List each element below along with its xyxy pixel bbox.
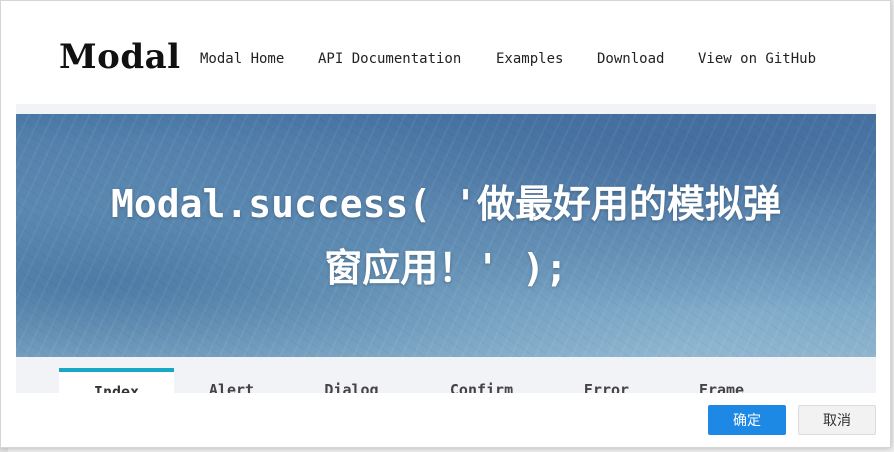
tab-confirm[interactable]: Confirm — [429, 368, 534, 393]
hero-banner: Modal.success( '做最好用的模拟弹 窗应用！' ); — [16, 114, 876, 357]
cancel-button[interactable]: 取消 — [798, 405, 876, 435]
tab-error[interactable]: Error — [564, 368, 649, 393]
modal-content-frame[interactable]: Modal Modal Home API Documentation Examp… — [1, 1, 890, 393]
modal-footer: 确定 取消 — [1, 393, 890, 447]
tab-frame[interactable]: Frame — [679, 368, 764, 393]
confirm-button[interactable]: 确定 — [708, 405, 786, 435]
nav-link-modal-home[interactable]: Modal Home — [200, 51, 284, 67]
nav-link-api-documentation[interactable]: API Documentation — [318, 51, 461, 67]
nav-link-download[interactable]: Download — [597, 51, 664, 67]
brand-logo[interactable]: Modal — [59, 37, 181, 77]
modal-dialog: Modal Modal Home API Documentation Examp… — [0, 0, 891, 448]
tab-index[interactable]: Index — [59, 368, 174, 393]
hero-title-line-2: 窗应用！' ); — [324, 246, 568, 290]
hero-title-line-1: Modal.success( '做最好用的模拟弹 — [110, 182, 782, 226]
demo-tabs: Index Alert Dialog Confirm Error Frame — [59, 368, 859, 393]
nav-link-view-on-github[interactable]: View on GitHub — [698, 51, 816, 67]
nav-link-examples[interactable]: Examples — [496, 51, 563, 67]
top-navigation: Modal Modal Home API Documentation Examp… — [1, 1, 890, 104]
tab-alert[interactable]: Alert — [189, 368, 274, 393]
hero-title: Modal.success( '做最好用的模拟弹 窗应用！' ); — [56, 172, 836, 300]
tab-dialog[interactable]: Dialog — [304, 368, 399, 393]
